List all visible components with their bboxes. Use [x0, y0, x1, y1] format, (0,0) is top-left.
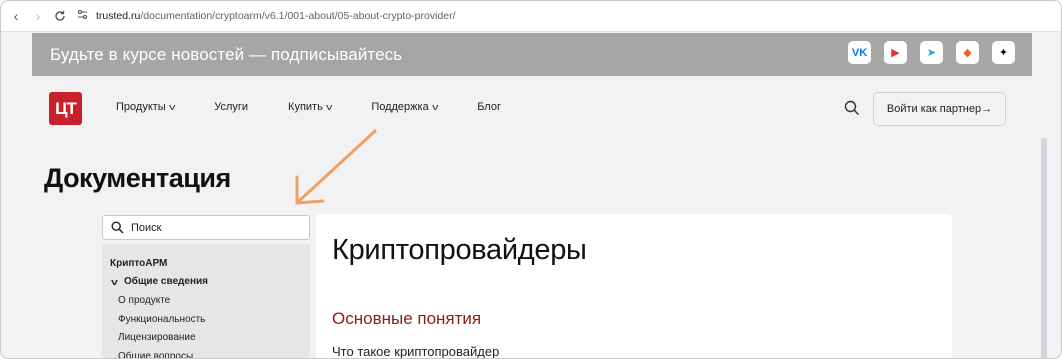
url-path: /documentation/cryptoarm/v6.1/001-about/…	[140, 10, 456, 22]
nav-item-buy[interactable]: Купить v	[288, 101, 333, 113]
social-links: VK ▶ ➤ ◆ ✦	[848, 41, 1015, 64]
url-host: trusted.ru	[96, 10, 141, 22]
reload-icon[interactable]	[49, 5, 71, 27]
article-subheading: Основные понятия	[332, 309, 482, 328]
chevron-down-icon: v	[168, 102, 176, 112]
forward-icon[interactable]: ›	[27, 5, 49, 27]
vk-icon[interactable]: VK	[848, 41, 871, 64]
nav-item-products[interactable]: Продукты v	[116, 101, 176, 113]
sidebar-item-about[interactable]: О продукте	[118, 295, 205, 314]
nav-label: Купить	[288, 101, 323, 113]
nav-label: Продукты	[116, 101, 166, 113]
article-question: Что такое криптопровайдер	[332, 344, 500, 359]
news-banner: Будьте в курсе новостей — подписывайтесь…	[32, 33, 1032, 76]
site-header: ЦТ Продукты v Услуги Купить v Поддержка v Б…	[32, 76, 1032, 140]
article-title: Криптопровайдеры	[332, 234, 587, 266]
chevron-down-icon: v	[110, 276, 119, 287]
sidebar-item-functionality[interactable]: Функциональность	[118, 314, 205, 333]
gitlab-icon[interactable]: ◆	[956, 41, 979, 64]
browser-toolbar: ‹ › trusted.ru/documentation/cryptoarm/v…	[1, 1, 1061, 32]
nav-item-support[interactable]: Поддержка v	[371, 101, 439, 113]
video-icon[interactable]: ▶	[884, 41, 907, 64]
sidebar-section-title[interactable]: КриптоАРМ	[110, 258, 167, 269]
sparkle-icon[interactable]: ✦	[992, 41, 1015, 64]
nav-item-blog[interactable]: Блог	[477, 101, 501, 113]
sidebar-group-label: Общие сведения	[124, 276, 208, 287]
article-content: Криптопровайдеры Основные понятия Что та…	[316, 214, 952, 359]
browser-window: ‹ › trusted.ru/documentation/cryptoarm/v…	[0, 0, 1062, 359]
chevron-down-icon: v	[325, 102, 333, 112]
back-icon[interactable]: ‹	[5, 5, 27, 27]
search-icon[interactable]	[844, 100, 860, 116]
scrollbar-thumb[interactable]	[1041, 138, 1047, 358]
docs-search-field[interactable]	[102, 215, 310, 240]
sidebar-group-general[interactable]: v Общие сведения	[110, 276, 208, 287]
partner-login-button[interactable]: Войти как партнер→	[873, 92, 1006, 126]
annotation-arrow	[295, 129, 377, 205]
nav-item-services[interactable]: Услуги	[214, 101, 248, 113]
main-nav: Продукты v Услуги Купить v Поддержка v Блог	[116, 101, 541, 113]
address-bar[interactable]: trusted.ru/documentation/cryptoarm/v6.1/…	[77, 9, 456, 23]
docs-search-input[interactable]	[131, 221, 291, 234]
search-icon	[111, 221, 124, 234]
docs-sidebar: КриптоАРМ v Общие сведения О продукте Фун…	[102, 244, 310, 359]
banner-text: Будьте в курсе новостей — подписывайтесь	[50, 44, 403, 64]
nav-label: Блог	[477, 101, 501, 113]
page-title: Документация	[44, 163, 231, 193]
chevron-down-icon: v	[431, 102, 439, 112]
sidebar-list: О продукте Функциональность Лицензирован…	[118, 295, 205, 359]
site-info-icon[interactable]	[77, 9, 88, 23]
nav-label: Поддержка	[371, 101, 429, 113]
company-logo[interactable]: ЦТ	[49, 92, 82, 125]
sidebar-item-faq[interactable]: Общие вопросы	[118, 351, 205, 359]
nav-label: Услуги	[214, 101, 249, 113]
page-scrollbar[interactable]	[1041, 138, 1047, 358]
sidebar-item-licensing[interactable]: Лицензирование	[118, 332, 205, 351]
telegram-icon[interactable]: ➤	[920, 41, 943, 64]
